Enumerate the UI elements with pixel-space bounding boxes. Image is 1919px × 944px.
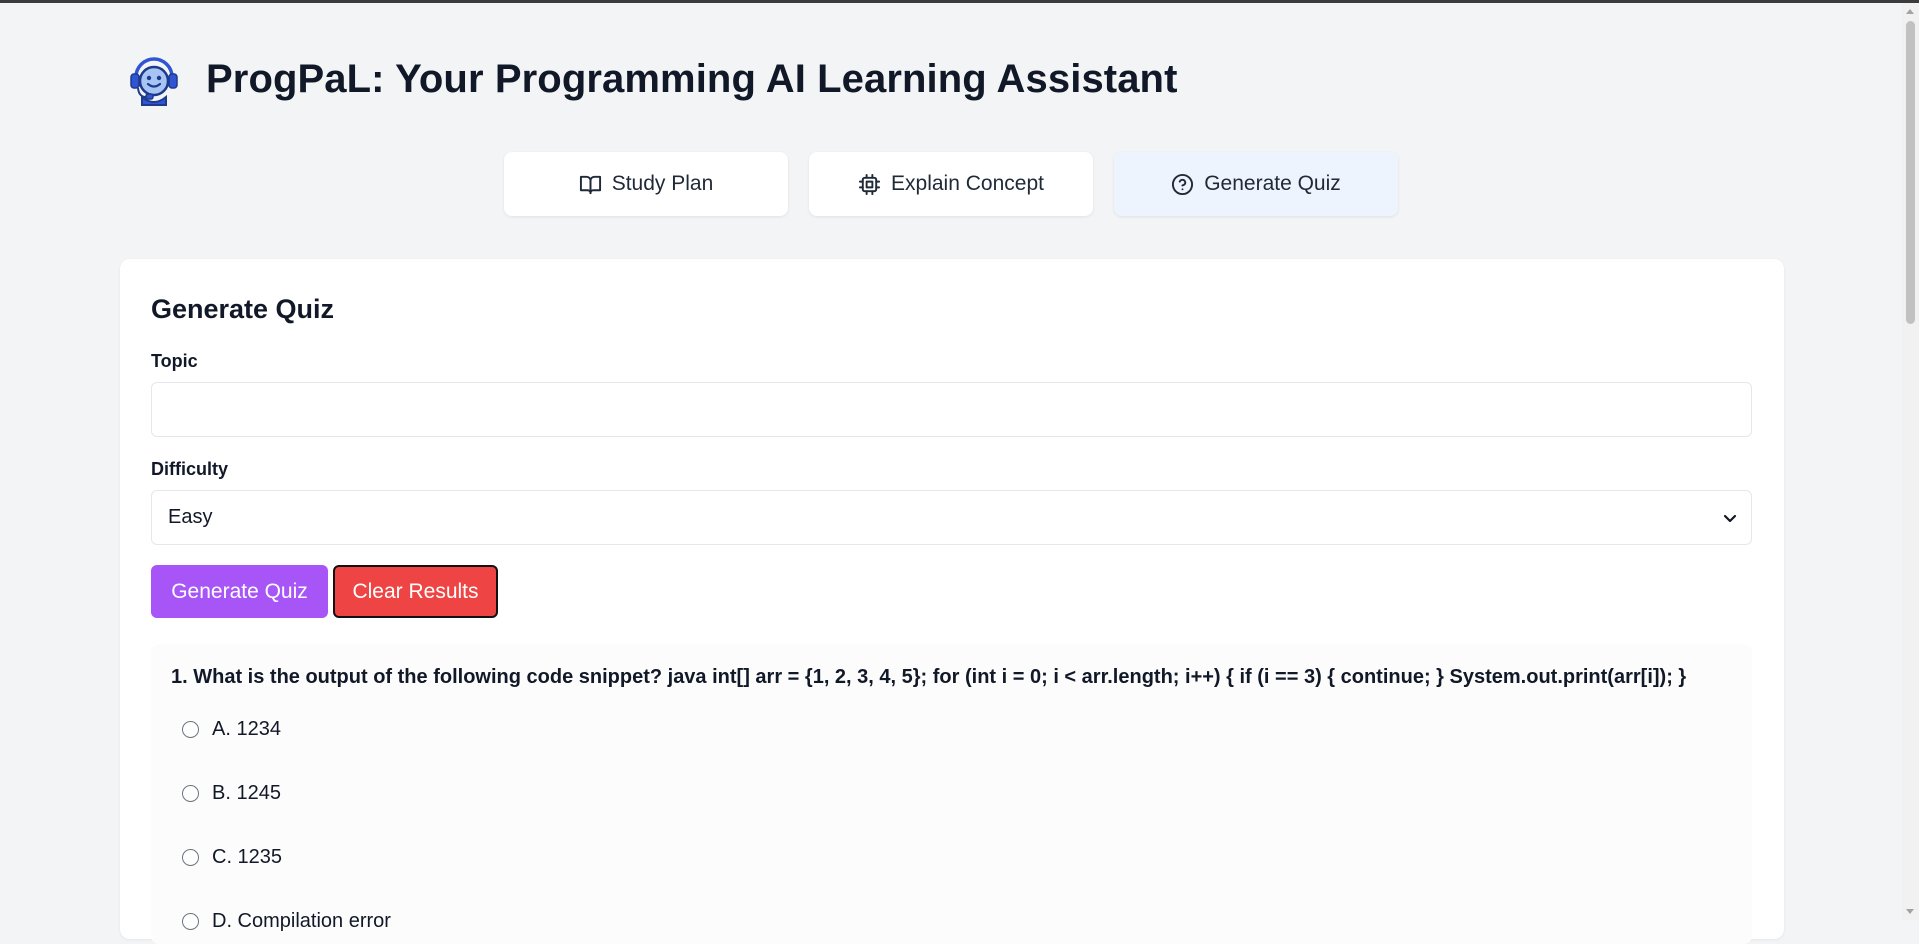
- cpu-chip-icon: [858, 173, 881, 195]
- radio-button[interactable]: [182, 721, 199, 738]
- topic-input[interactable]: [151, 382, 1752, 437]
- scrollbar-thumb[interactable]: [1906, 21, 1915, 324]
- help-circle-icon: [1172, 173, 1194, 195]
- option-label: B. 1245: [212, 782, 281, 804]
- mode-tabs: Study Plan Explain Concept Generate Quiz: [504, 152, 1398, 216]
- radio-button[interactable]: [182, 785, 199, 802]
- app-title: ProgPaL: Your Programming AI Learning As…: [206, 56, 1178, 101]
- question-text: 1. What is the output of the following c…: [171, 666, 1687, 688]
- chevron-down-icon: [1723, 514, 1737, 522]
- option-label: A. 1234: [212, 718, 281, 740]
- difficulty-label: Difficulty: [151, 459, 229, 479]
- window-top-border: [0, 0, 1919, 3]
- difficulty-select[interactable]: Easy: [151, 490, 1752, 545]
- scroll-down-arrow-icon[interactable]: [1906, 909, 1914, 914]
- tab-generate-quiz-label: Generate Quiz: [1204, 172, 1341, 195]
- answer-option-a[interactable]: A. 1234: [182, 718, 281, 741]
- option-label: D. Compilation error: [212, 910, 391, 932]
- robot-headset-icon: [130, 57, 178, 106]
- tab-explain-concept-label: Explain Concept: [891, 172, 1044, 195]
- option-label: C. 1235: [212, 846, 283, 868]
- tab-generate-quiz[interactable]: Generate Quiz: [1114, 152, 1398, 216]
- page-scrollbar[interactable]: [1902, 3, 1919, 920]
- app-header: ProgPaL: Your Programming AI Learning As…: [126, 47, 1178, 111]
- quiz-card: Generate Quiz Topic Difficulty Easy Gene…: [120, 259, 1784, 944]
- book-open-icon: [579, 175, 601, 194]
- difficulty-selected-value: Easy: [168, 506, 213, 528]
- generate-quiz-button[interactable]: Generate Quiz: [151, 565, 328, 618]
- card-title: Generate Quiz: [151, 294, 335, 324]
- tab-study-plan[interactable]: Study Plan: [504, 152, 788, 216]
- clear-results-button[interactable]: Clear Results: [333, 565, 498, 618]
- tab-explain-concept[interactable]: Explain Concept: [809, 152, 1093, 216]
- tab-study-plan-label: Study Plan: [611, 172, 714, 195]
- radio-button[interactable]: [182, 849, 199, 866]
- quiz-results: 1. What is the output of the following c…: [151, 644, 1752, 944]
- answer-option-c[interactable]: C. 1235: [182, 846, 282, 869]
- topic-label: Topic: [151, 351, 198, 371]
- radio-button[interactable]: [182, 913, 199, 930]
- scroll-up-arrow-icon[interactable]: [1906, 9, 1914, 14]
- answer-option-d[interactable]: D. Compilation error: [182, 910, 391, 933]
- answer-option-b[interactable]: B. 1245: [182, 782, 281, 805]
